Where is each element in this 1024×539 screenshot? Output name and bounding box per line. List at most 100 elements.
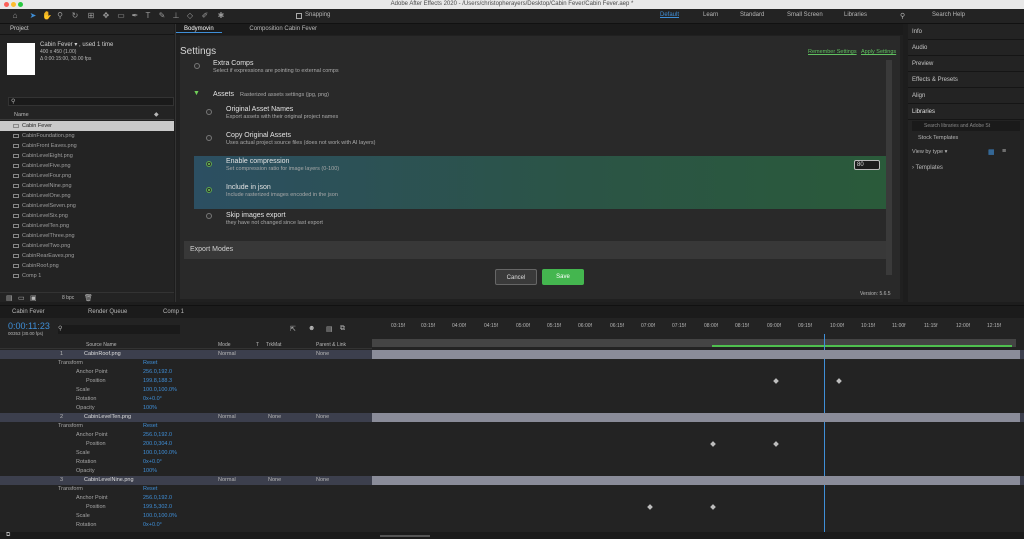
- list-item[interactable]: CabinLevelNine.png: [0, 181, 174, 191]
- layer-name[interactable]: CabinLevelTen.png: [84, 413, 131, 422]
- property-value[interactable]: 0x+0.0°: [143, 521, 162, 530]
- layer-duration-bar[interactable]: [372, 350, 1020, 359]
- property-value[interactable]: 0x+0.0°: [143, 395, 162, 404]
- stock-templates-dropdown[interactable]: Stock Templates: [918, 135, 958, 141]
- trkmat-header[interactable]: TrkMat: [266, 341, 281, 349]
- workspace-learn[interactable]: Learn: [703, 12, 718, 18]
- list-item[interactable]: CabinLevelFour.png: [0, 171, 174, 181]
- property-value[interactable]: 100.0,100.0%: [143, 512, 177, 521]
- toggle-switches-icon[interactable]: ⧉: [6, 532, 10, 539]
- libraries-panel-tab[interactable]: Libraries: [908, 104, 1024, 120]
- libraries-search-input[interactable]: Search libraries and Adobe St: [912, 121, 1020, 131]
- trkmat-dropdown[interactable]: None: [268, 413, 281, 422]
- eraser-tool-icon[interactable]: ◇: [185, 11, 195, 21]
- frame-blending-icon[interactable]: ▤: [326, 325, 333, 333]
- brush-tool-icon[interactable]: ✎: [157, 11, 167, 21]
- playhead[interactable]: [824, 334, 825, 539]
- camera-tool-icon[interactable]: ⊞: [86, 11, 96, 21]
- type-tool-icon[interactable]: T: [143, 11, 153, 21]
- list-item[interactable]: CabinRoof.png: [0, 261, 174, 271]
- blend-mode-dropdown[interactable]: Normal: [218, 476, 236, 485]
- list-item[interactable]: Comp 1: [0, 271, 174, 281]
- list-item[interactable]: CabinLevelOne.png: [0, 191, 174, 201]
- list-item[interactable]: CabinFoundation.png: [0, 131, 174, 141]
- property-value[interactable]: 0x+0.0°: [143, 458, 162, 467]
- rotate-tool-icon[interactable]: ↻: [70, 11, 80, 21]
- transform-group[interactable]: Transform Reset: [0, 359, 372, 368]
- blend-mode-dropdown[interactable]: Normal: [218, 413, 236, 422]
- list-item[interactable]: CabinLevelSeven.png: [0, 201, 174, 211]
- property-value[interactable]: 256.0,192.0: [143, 431, 172, 440]
- keyframe[interactable]: [773, 441, 779, 447]
- parent-dropdown[interactable]: None: [316, 476, 329, 485]
- keyframe[interactable]: [647, 504, 653, 510]
- tab-composition[interactable]: Composition Cabin Fever: [249, 26, 317, 32]
- trkmat-dropdown[interactable]: None: [268, 476, 281, 485]
- rectangle-tool-icon[interactable]: ▭: [116, 11, 126, 21]
- current-timecode[interactable]: 0:00:11:23: [8, 321, 50, 331]
- list-item[interactable]: CabinLevelFive.png: [0, 161, 174, 171]
- property-value[interactable]: 200.0,304.0: [143, 440, 172, 449]
- skip-images-export-radio[interactable]: [206, 213, 212, 219]
- hand-tool-icon[interactable]: ✋: [42, 11, 52, 21]
- pen-tool-icon[interactable]: ✒: [130, 11, 140, 21]
- selection-tool-icon[interactable]: ➤: [28, 11, 38, 21]
- table-row[interactable]: 3 CabinLevelNine.png Normal None None: [0, 476, 1024, 485]
- extra-comps-radio[interactable]: [194, 63, 200, 69]
- parent-dropdown[interactable]: None: [316, 413, 329, 422]
- property-value[interactable]: 100%: [143, 404, 157, 413]
- remember-settings-link[interactable]: Remember Settings: [808, 49, 857, 55]
- workspace-standard[interactable]: Standard: [740, 12, 764, 18]
- list-item[interactable]: CabinFront Eaves.png: [0, 141, 174, 151]
- audio-panel-tab[interactable]: Audio: [908, 40, 1024, 56]
- track-header[interactable]: T: [256, 341, 259, 349]
- compression-value-input[interactable]: 80: [854, 160, 880, 170]
- maximize-window-button[interactable]: [18, 2, 23, 7]
- layer-name[interactable]: CabinLevelNine.png: [84, 476, 134, 485]
- transform-group[interactable]: Transform Reset: [0, 422, 372, 431]
- clone-tool-icon[interactable]: ⊥: [171, 11, 181, 21]
- cancel-button[interactable]: Cancel: [495, 269, 537, 285]
- property-value[interactable]: 199.5,302.0: [143, 503, 172, 512]
- reset-link[interactable]: Reset: [143, 422, 157, 431]
- home-icon[interactable]: ⌂: [10, 11, 20, 21]
- preview-panel-tab[interactable]: Preview: [908, 56, 1024, 72]
- project-search-input[interactable]: ⚲: [8, 97, 174, 106]
- reset-link[interactable]: Reset: [143, 485, 157, 494]
- layer-duration-bar[interactable]: [372, 413, 1020, 422]
- graph-editor-icon[interactable]: ⧉: [340, 325, 345, 333]
- roto-brush-tool-icon[interactable]: ✐: [200, 11, 210, 21]
- export-modes-header[interactable]: Export Modes: [184, 241, 886, 259]
- trash-icon[interactable]: 🗑: [84, 294, 93, 302]
- pan-behind-tool-icon[interactable]: ✥: [101, 11, 111, 21]
- list-item[interactable]: CabinLevelEight.png: [0, 151, 174, 161]
- table-row[interactable]: 1 CabinRoof.png Normal None: [0, 350, 1024, 359]
- list-item[interactable]: CabinRearEaves.png: [0, 251, 174, 261]
- keyframe[interactable]: [710, 441, 716, 447]
- new-comp-icon[interactable]: ▣: [30, 294, 37, 302]
- search-help-input[interactable]: Search Help: [932, 12, 965, 18]
- tab-comp-1[interactable]: Comp 1: [163, 306, 184, 318]
- tab-cabin-fever[interactable]: Cabin Fever: [12, 306, 45, 318]
- time-ruler[interactable]: 03:15f 03:15f 04:00f 04:15f 05:00f 05:15…: [372, 320, 1020, 332]
- original-asset-names-radio[interactable]: [206, 109, 212, 115]
- view-by-type-dropdown[interactable]: View by type ▾: [912, 149, 947, 155]
- layer-duration-bar[interactable]: [372, 476, 1020, 485]
- keyframe[interactable]: [836, 378, 842, 384]
- enable-compression-radio[interactable]: [206, 161, 212, 167]
- templates-section[interactable]: › Templates: [912, 165, 943, 171]
- snapping-checkbox[interactable]: [296, 13, 302, 19]
- list-item[interactable]: CabinLevelThree.png: [0, 231, 174, 241]
- info-panel-tab[interactable]: Info: [908, 24, 1024, 40]
- layer-name[interactable]: CabinRoof.png: [84, 350, 121, 359]
- save-button[interactable]: Save: [542, 269, 584, 285]
- property-value[interactable]: 256.0,192.0: [143, 368, 172, 377]
- align-panel-tab[interactable]: Align: [908, 88, 1024, 104]
- close-window-button[interactable]: [4, 2, 9, 7]
- puppet-tool-icon[interactable]: ✱: [216, 11, 226, 21]
- list-item[interactable]: CabinLevelSix.png: [0, 211, 174, 221]
- minimize-window-button[interactable]: [11, 2, 16, 7]
- keyframe[interactable]: [773, 378, 779, 384]
- tab-bodymovin[interactable]: Bodymovin: [176, 26, 222, 33]
- blend-mode-dropdown[interactable]: Normal: [218, 350, 236, 359]
